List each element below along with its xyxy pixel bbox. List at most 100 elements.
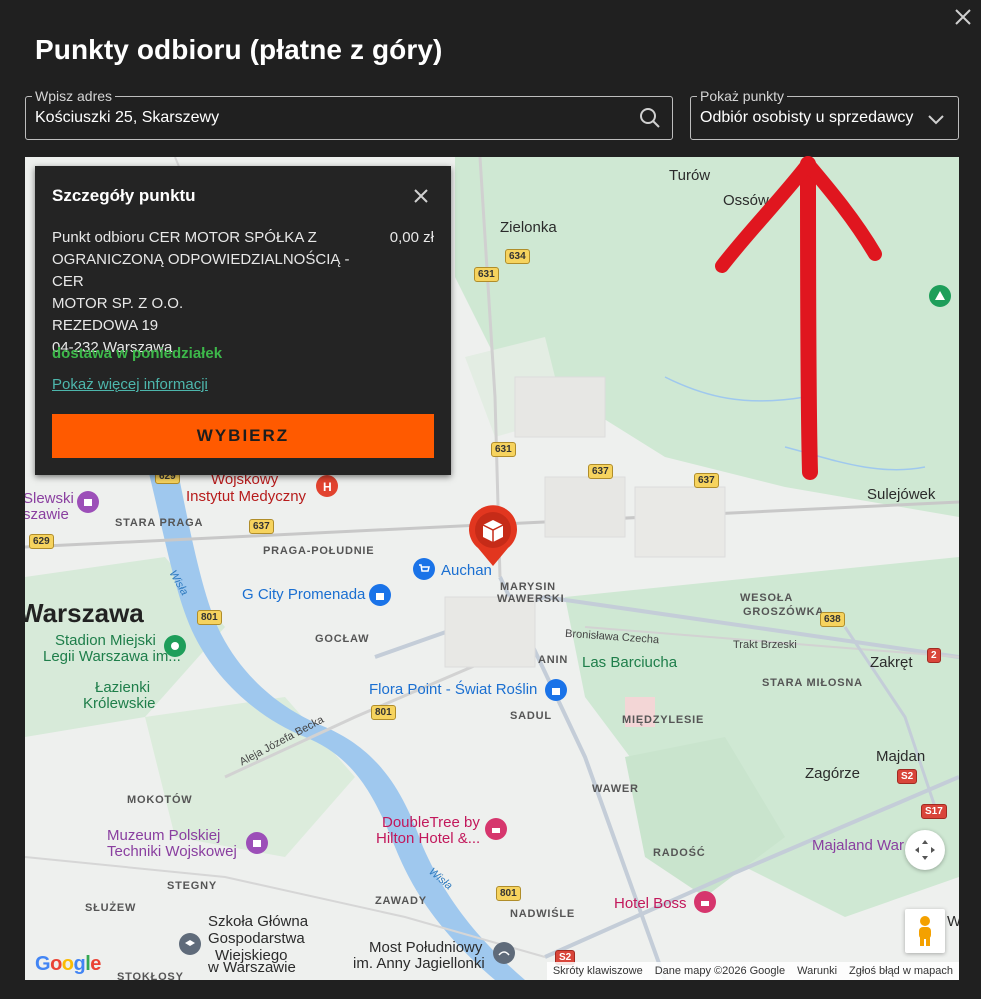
close-icon [414, 189, 428, 203]
report-error-link[interactable]: Zgłoś błąd w mapach [849, 965, 953, 977]
shopping-cart-icon[interactable] [413, 558, 435, 580]
pegman-icon [919, 916, 931, 946]
close-icon [955, 9, 971, 25]
map-label-mokotow: MOKOTÓW [127, 794, 193, 806]
address-input[interactable]: Kościuszki 25, Skarszewy [35, 109, 219, 127]
map-poi-sggw[interactable]: Szkoła Główna [208, 913, 308, 930]
map-poi-most[interactable]: Most Południowy [369, 939, 482, 956]
popup-close-button[interactable] [411, 186, 431, 206]
google-logo: Google [35, 953, 101, 975]
map-poi-lazienki-2[interactable]: Królewskie [83, 695, 156, 712]
map-poi-doubletree-2[interactable]: Hilton Hotel &... [376, 830, 480, 847]
map-label-marysin: MARYSIN [500, 581, 556, 593]
address-field[interactable]: Wpisz adres Kościuszki 25, Skarszewy [25, 87, 673, 140]
terms-link[interactable]: Warunki [797, 965, 837, 977]
points-filter-legend: Pokaż punkty [697, 87, 788, 105]
map-poi-majaland[interactable]: Majaland War [812, 837, 904, 854]
keyboard-shortcuts-link[interactable]: Skróty klawiszowe [553, 965, 643, 977]
points-filter-value: Odbiór osobisty u sprzedawcy [700, 109, 914, 126]
map-poi-hotel-boss[interactable]: Hotel Boss [614, 895, 687, 912]
museum-icon[interactable] [246, 832, 268, 854]
map-label-sadul: SADUL [510, 710, 552, 722]
map-poi-stadion-2[interactable]: Legii Warszawa im... [43, 648, 181, 665]
bridge-icon[interactable] [493, 942, 515, 964]
select-point-button[interactable]: WYBIERZ [52, 414, 434, 458]
chevron-down-icon [928, 115, 944, 125]
map-label-praga-poludnie: PRAGA-POŁUDNIE [263, 545, 375, 557]
map-label-las-barciucha: Las Barciucha [582, 654, 678, 671]
road-shield-s2: S2 [897, 769, 918, 784]
hotel-icon-2[interactable] [694, 891, 716, 913]
more-info-link[interactable]: Pokaż więcej informacji [52, 376, 208, 393]
address-legend: Wpisz adres [32, 87, 116, 105]
park-icon[interactable] [929, 285, 951, 307]
map-poi-sggw-2[interactable]: Gospodarstwa [208, 930, 305, 947]
map-poi-slewski[interactable]: Slewski [25, 490, 74, 507]
hotel-icon[interactable] [485, 818, 507, 840]
map-label-zagorze: Zagórze [805, 765, 861, 782]
point-name-line-2: OGRANICZONĄ ODPOWIEDZIALNOŚCIĄ - CER [52, 251, 350, 290]
road-shield-801-c: 801 [496, 886, 521, 901]
map-poi-gcity[interactable]: G City Promenada [242, 586, 365, 603]
map-poi-lazienki[interactable]: Łazienki [95, 679, 150, 696]
map-label-nadwisle: NADWIŚLE [510, 908, 576, 920]
road-shield-801: 801 [197, 610, 222, 625]
map-poi-slewski-2[interactable]: szawie [25, 506, 69, 523]
map-poi-stadion[interactable]: Stadion Miejski [55, 632, 156, 649]
parcel-marker-icon [469, 505, 517, 566]
map-label-zakret: Zakręt [870, 654, 913, 671]
map-label-stara-milosna: STARA MIŁOSNA [762, 677, 863, 689]
stadium-icon[interactable] [164, 635, 186, 657]
search-icon [640, 108, 660, 128]
map-attribution: Skróty klawiszowe Dane mapy ©2026 Google… [546, 962, 959, 980]
point-address: Punkt odbioru CER MOTOR SPÓŁKA Z OGRANIC… [52, 227, 382, 359]
map-label-turow: Turów [669, 167, 711, 184]
street-view-pegman[interactable] [905, 909, 945, 953]
popup-title: Szczegóły punktu [52, 186, 196, 205]
school-icon[interactable] [179, 933, 201, 955]
map-camera-control[interactable] [905, 830, 945, 870]
points-filter-toggle[interactable] [926, 109, 946, 129]
map-label-zielonka: Zielonka [500, 219, 557, 236]
search-button[interactable] [638, 106, 662, 130]
map-poi-most-2[interactable]: im. Anny Jagiellonki [353, 955, 485, 972]
road-shield-637: 637 [588, 464, 613, 479]
shopping-bag-icon-2[interactable] [545, 679, 567, 701]
point-name-line-3: MOTOR SP. Z O.O. [52, 295, 184, 312]
map-poi-muzeum[interactable]: Muzeum Polskiej [107, 827, 220, 844]
map-label-goclaw: GOCŁAW [315, 633, 370, 645]
shopping-bag-icon[interactable] [369, 584, 391, 606]
map-label-groszowka: GROSZÓWKA [743, 606, 825, 618]
map-label-radosc: RADOŚĆ [653, 847, 706, 859]
landmark-icon[interactable] [77, 491, 99, 513]
road-shield-637-b: 637 [694, 473, 719, 488]
road-shield-s17: S17 [921, 804, 947, 819]
map-poi-wojskowy-2[interactable]: Instytut Medyczny [186, 488, 306, 505]
road-shield-631-b: 631 [491, 442, 516, 457]
close-modal-button[interactable] [950, 4, 976, 30]
road-shield-634: 634 [505, 249, 530, 264]
hospital-icon[interactable]: H [316, 475, 338, 497]
map-label-wawer: WAWER [592, 783, 639, 795]
map-label-sulejowek: Sulejówek [867, 486, 936, 503]
map-poi-muzeum-2[interactable]: Techniki Wojskowej [107, 843, 237, 860]
map-poi-flora[interactable]: Flora Point - Świat Roślin [369, 681, 537, 698]
map-label-miedzylesie: MIĘDZYLESIE [622, 714, 705, 726]
map-label-sluzew: SŁUŻEW [85, 902, 137, 914]
road-shield-631: 631 [474, 267, 499, 282]
pickup-point-marker[interactable] [466, 504, 520, 568]
road-shield-629-b: 629 [29, 534, 54, 549]
road-shield-801-b: 801 [371, 705, 396, 720]
map-poi-doubletree[interactable]: DoubleTree by [382, 814, 480, 831]
points-filter-select[interactable]: Pokaż punkty Odbiór osobisty u sprzedawc… [690, 87, 959, 140]
move-arrows-icon [915, 840, 935, 860]
map-label-wis: Wis [947, 913, 959, 930]
map-label-stara-praga: STARA PRAGA [115, 517, 204, 529]
map-poi-sggw-4[interactable]: w Warszawie [208, 959, 296, 976]
point-details-popup: Szczegóły punktu Punkt odbioru CER MOTOR… [35, 166, 451, 475]
map-label-majdan: Majdan [876, 748, 926, 765]
map-data-text: Dane mapy ©2026 Google [654, 965, 786, 977]
map-label-anin: ANIN [538, 654, 569, 666]
svg-text:H: H [323, 480, 332, 493]
map-label-warszawa: Warszawa [25, 598, 144, 628]
